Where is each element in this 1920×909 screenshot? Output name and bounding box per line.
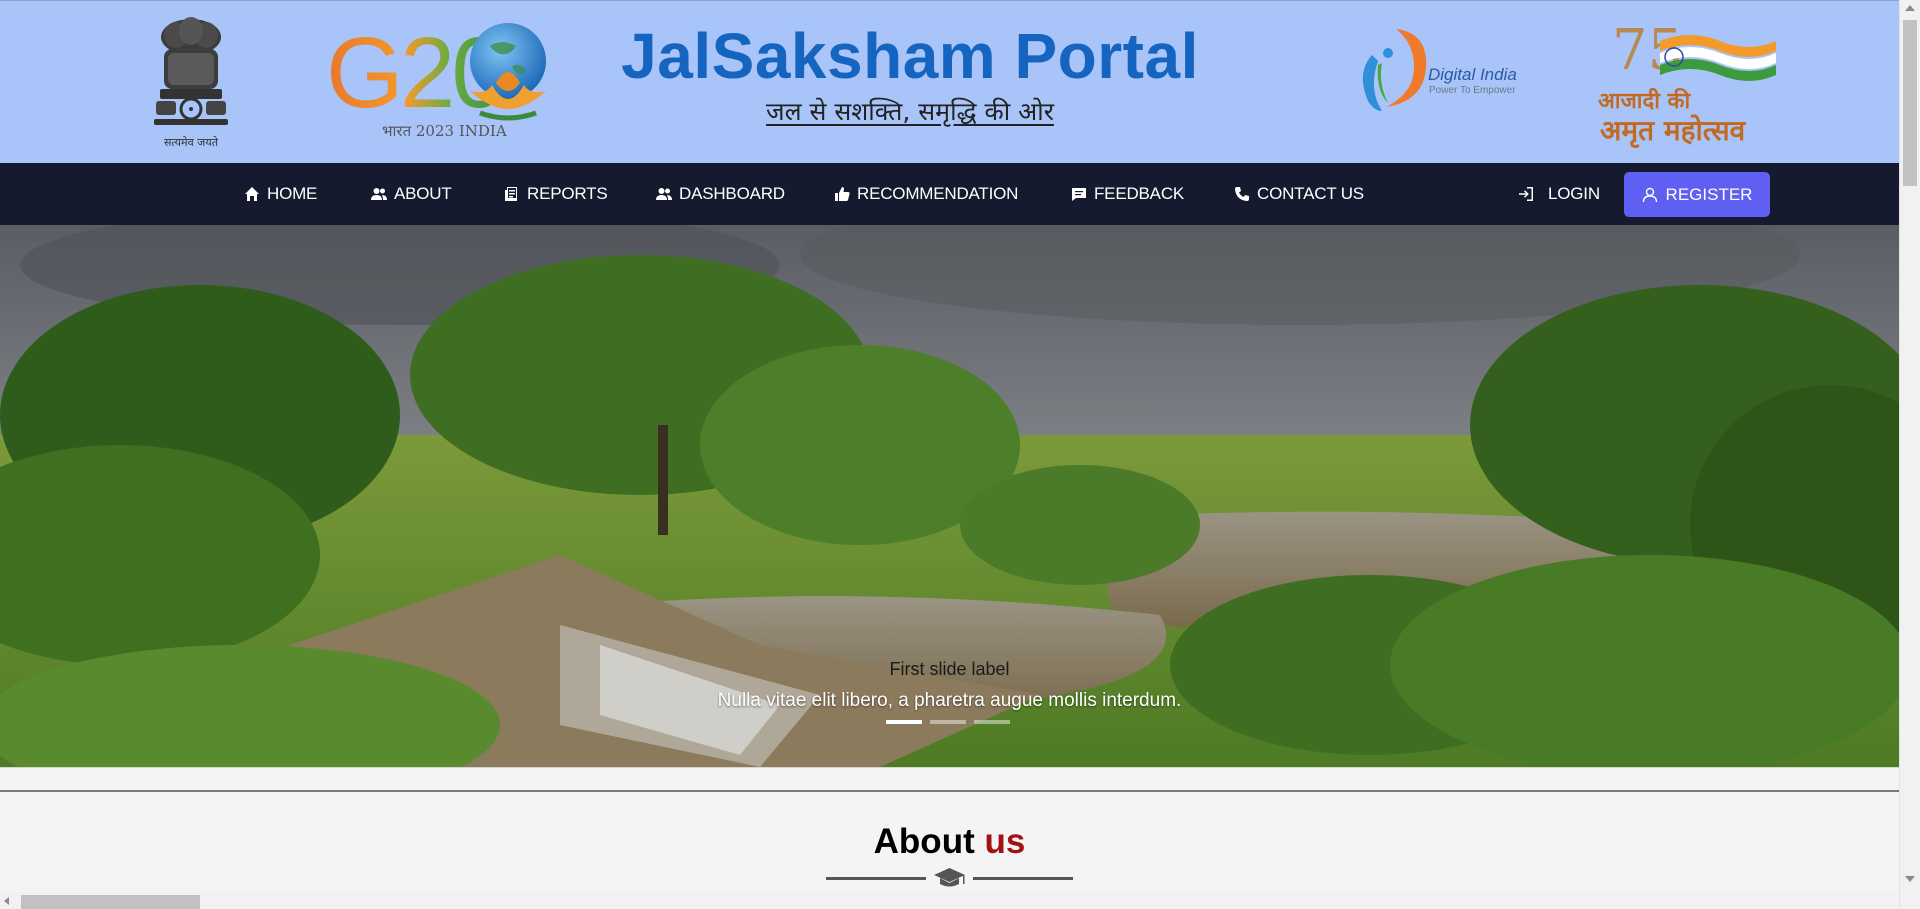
azadi-line2: अमृत महोत्सव [1600,114,1746,147]
g20-logo: G20 भारत 2023 INDIA [326,23,558,151]
vertical-scrollbar[interactable] [1899,0,1920,909]
header-banner: सत्यमेव जयते G20 भारत 2023 INDIA JalSaks… [0,0,1899,163]
digital-india-title: Digital India [1428,65,1517,84]
nav-contact-us-label: CONTACT US [1257,184,1364,203]
emblem-caption: सत्यमेव जयते [163,136,218,149]
register-button[interactable]: REGISTER [1624,172,1770,217]
digital-india-swirl-icon [1362,29,1427,111]
scroll-left-arrow-icon[interactable] [4,897,9,905]
carousel-indicators [886,720,1010,724]
carousel-caption-title: First slide label [889,659,1010,679]
about-section: About us [0,767,1899,909]
chat-icon [1071,186,1087,202]
nav-recommendation[interactable]: RECOMMENDATION [834,163,1018,225]
portal-subtitle: जल से सशक्ति, समृद्धि की ओर [766,97,1054,126]
horizontal-scrollbar[interactable] [0,893,1899,909]
digital-india-logo: Digital India Power To Empower [1352,25,1522,115]
register-button-label: REGISTER [1665,184,1753,204]
carousel-indicator-2[interactable] [930,720,966,724]
users-icon [656,186,672,202]
section-divider [0,790,1899,792]
scroll-up-arrow-icon[interactable] [1905,5,1915,11]
users-icon [371,186,387,202]
thumbs-up-icon [834,186,850,202]
nav-login-label: LOGIN [1548,184,1600,203]
nav-reports-label: REPORTS [527,184,608,203]
carousel-indicator-3[interactable] [974,720,1010,724]
hero-carousel[interactable]: First slide label Nulla vitae elit liber… [0,225,1899,767]
ashoka-emblem-icon [154,17,228,125]
nav-dashboard[interactable]: DASHBOARD [656,163,785,225]
nav-login[interactable]: LOGIN [1518,163,1600,225]
login-icon [1518,186,1534,202]
user-icon [1642,187,1658,203]
horizontal-scroll-thumb[interactable] [21,895,200,909]
nav-home[interactable]: HOME [244,163,317,225]
national-emblem: सत्यमेव जयते [146,13,236,153]
nav-home-label: HOME [267,184,318,203]
g20-caption: भारत 2023 INDIA [382,122,507,140]
home-icon [244,186,260,202]
g20-globe-lotus-icon [470,23,546,121]
nav-contact-us[interactable]: CONTACT US [1234,163,1364,225]
graduation-cap-icon [934,868,965,887]
nav-feedback-label: FEEDBACK [1094,184,1185,203]
portal-title: JalSaksham Portal [621,20,1199,92]
nav-about[interactable]: ABOUT [371,163,452,225]
graduation-cap-divider [826,868,1073,887]
nav-feedback[interactable]: FEEDBACK [1071,163,1184,225]
scroll-down-arrow-icon[interactable] [1905,876,1915,882]
carousel-caption-text: Nulla vitae elit libero, a pharetra augu… [717,690,1182,711]
page-viewport: सत्यमेव जयते G20 भारत 2023 INDIA JalSaks… [0,0,1899,909]
phone-icon [1234,186,1250,202]
main-navbar: HOME ABOUT REPORTS DASHBOARD RECOMMENDAT… [0,163,1899,225]
vertical-scroll-thumb[interactable] [1903,20,1917,186]
report-icon [504,186,520,202]
about-heading: About us [0,822,1899,862]
digital-india-tagline: Power To Empower [1429,85,1516,96]
check-dam-landscape-image [0,225,1899,767]
azadi-ka-amrit-mahotsav-logo: 75 आजादी की अमृत महोत्सव [1596,23,1780,153]
nav-reports[interactable]: REPORTS [504,163,608,225]
nav-about-label: ABOUT [394,184,452,203]
carousel-indicator-1[interactable] [886,720,922,724]
nav-dashboard-label: DASHBOARD [679,184,785,203]
about-heading-main: About [873,822,975,861]
nav-recommendation-label: RECOMMENDATION [857,184,1019,203]
tricolor-flag-icon [1660,35,1776,81]
about-heading-accent: us [984,822,1026,861]
